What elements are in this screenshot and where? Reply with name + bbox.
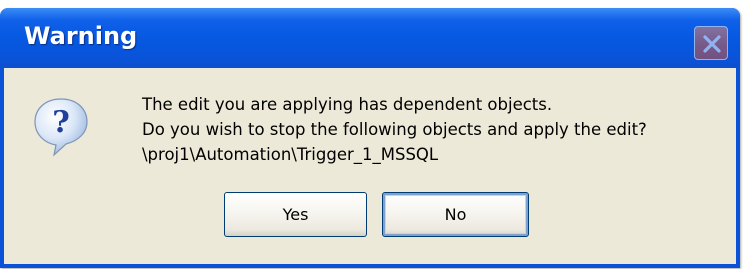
message-line: The edit you are applying has dependent … <box>142 95 553 114</box>
no-button[interactable]: No <box>382 192 529 237</box>
message-text: The edit you are applying has dependent … <box>142 92 647 167</box>
yes-button[interactable]: Yes <box>224 192 367 237</box>
question-icon: ? <box>34 98 88 157</box>
warning-dialog: Warning ? The edit you are applying has … <box>0 8 740 268</box>
dialog-body: ? The edit you are applying has dependen… <box>4 68 736 264</box>
close-button[interactable] <box>694 26 728 60</box>
close-icon <box>703 35 721 53</box>
title-bar[interactable]: Warning <box>0 8 740 68</box>
message-line: \proj1\Automation\Trigger_1_MSSQL <box>142 145 439 164</box>
dialog-title: Warning <box>24 22 138 50</box>
svg-text:?: ? <box>52 105 70 140</box>
message-line: Do you wish to stop the following object… <box>142 120 647 139</box>
